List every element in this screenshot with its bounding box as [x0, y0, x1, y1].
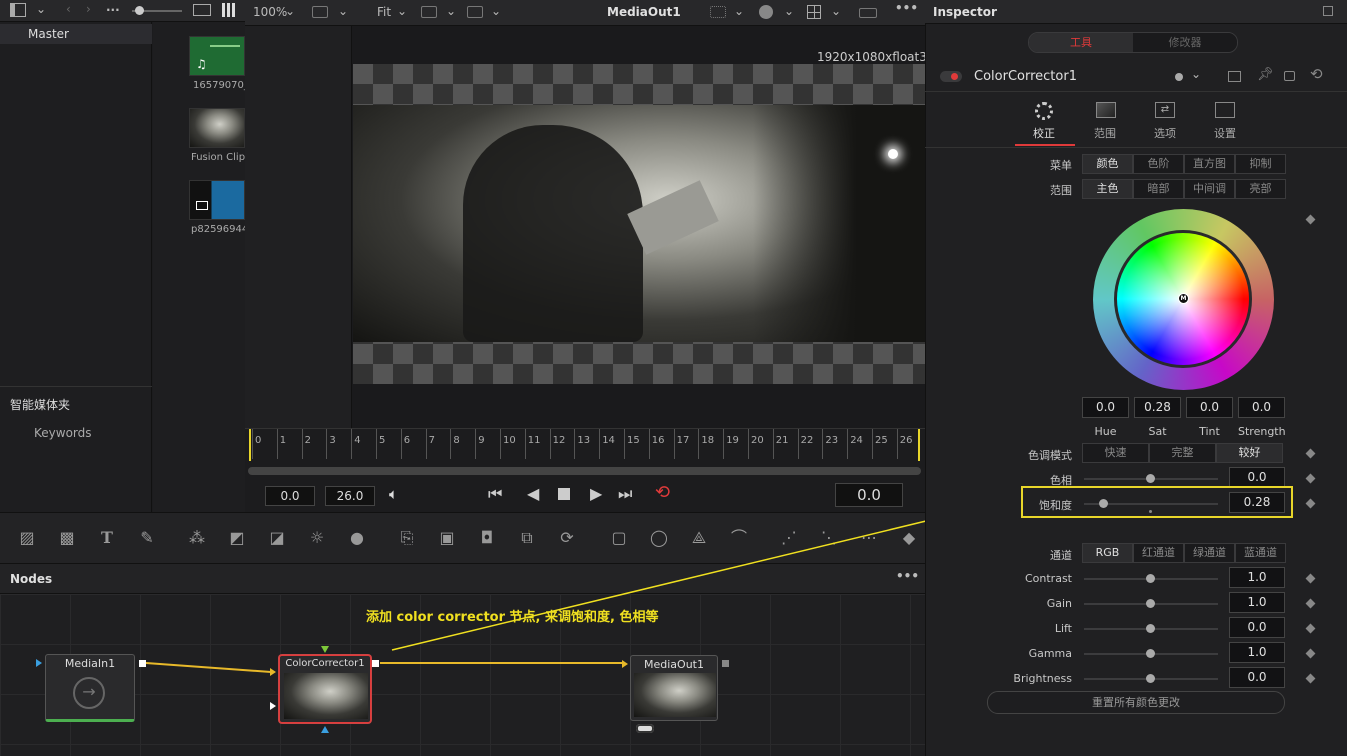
param-label-brightness: Brightness — [1013, 672, 1072, 685]
pin-icon[interactable]: 📌︎ — [1257, 67, 1274, 82]
subtab-options[interactable]: ⇄ 选项 — [1135, 98, 1195, 146]
color-dot-icon[interactable] — [1175, 73, 1183, 81]
chevron-down-icon[interactable]: ⌄ — [1191, 67, 1201, 81]
hue-value[interactable]: 0.0 — [1229, 467, 1285, 488]
wheel-value-tint[interactable]: 0.0 — [1186, 397, 1233, 418]
range-segment: 主色 暗部 中间调 亮部 — [1082, 179, 1286, 199]
param-label-lift: Lift — [1054, 622, 1072, 635]
menu-label: 菜单 — [1050, 159, 1072, 172]
tone-mode-option[interactable]: 较好 — [1216, 443, 1283, 463]
param-slider-knob[interactable] — [1146, 574, 1155, 583]
param-slider-knob[interactable] — [1146, 674, 1155, 683]
wheel-label-strength: Strength — [1238, 425, 1286, 438]
param-slider-knob[interactable] — [1146, 624, 1155, 633]
node-header-row: ColorCorrector1 ⌄ 📌︎ ⟲ — [925, 62, 1347, 92]
settings-icon — [1215, 102, 1235, 118]
reset-icon[interactable]: ⟲ — [1310, 65, 1323, 83]
param-slider-knob[interactable] — [1146, 599, 1155, 608]
subtab-label: 设置 — [1214, 127, 1236, 140]
channel-option[interactable]: 绿通道 — [1184, 543, 1235, 563]
saturation-label: 饱和度 — [1039, 499, 1072, 512]
range-label: 范围 — [1050, 184, 1072, 197]
wheel-value-strength[interactable]: 0.0 — [1238, 397, 1285, 418]
param-label-gain: Gain — [1046, 597, 1072, 610]
node-name: ColorCorrector1 — [974, 69, 1077, 84]
channel-label: 通道 — [1050, 549, 1072, 562]
subtab-ranges[interactable]: 范围 — [1075, 98, 1135, 146]
range-option[interactable]: 中间调 — [1184, 179, 1235, 199]
wheel-value-sat[interactable]: 0.28 — [1134, 397, 1181, 418]
hue-slider-knob[interactable] — [1146, 474, 1155, 483]
param-label-gamma: Gamma — [1028, 647, 1072, 660]
tone-mode-option[interactable]: 完整 — [1149, 443, 1216, 463]
annotation-arrow — [391, 499, 1014, 651]
param-value-brightness[interactable]: 0.0 — [1229, 667, 1285, 688]
param-value-gamma[interactable]: 1.0 — [1229, 642, 1285, 663]
correction-icon — [1035, 102, 1053, 120]
subtab-correction[interactable]: 校正 — [1015, 98, 1075, 146]
channel-segment: RGB 红通道 绿通道 蓝通道 — [1082, 543, 1286, 563]
tone-mode-option[interactable]: 快速 — [1082, 443, 1149, 463]
subtab-settings[interactable]: 设置 — [1195, 98, 1255, 146]
inspector-title: Inspector — [933, 5, 997, 19]
inspector-tabs: 工具 修改器 — [1028, 32, 1238, 53]
ranges-icon — [1096, 102, 1116, 118]
reset-all-button[interactable]: 重置所有颜色更改 — [987, 691, 1285, 714]
node-enabled-dot — [951, 73, 958, 80]
tab-modifiers[interactable]: 修改器 — [1133, 33, 1237, 52]
menu-option[interactable]: 直方图 — [1184, 154, 1235, 174]
menu-option[interactable]: 抑制 — [1235, 154, 1286, 174]
channel-option[interactable]: RGB — [1082, 543, 1133, 563]
wheel-label-hue: Hue — [1094, 425, 1117, 438]
tone-mode-label: 色调模式 — [1028, 449, 1072, 462]
wheel-label-sat: Sat — [1148, 425, 1167, 438]
param-slider-knob[interactable] — [1146, 649, 1155, 658]
param-value-gain[interactable]: 1.0 — [1229, 592, 1285, 613]
range-option[interactable]: 暗部 — [1133, 179, 1184, 199]
subtab-label: 校正 — [1033, 127, 1055, 140]
wheel-label-tint: Tint — [1199, 425, 1220, 438]
menu-segment: 颜色 色阶 直方图 抑制 — [1082, 154, 1286, 174]
channel-option[interactable]: 红通道 — [1133, 543, 1184, 563]
tone-mode-segment: 快速 完整 较好 — [1082, 443, 1283, 463]
saturation-slider-knob[interactable] — [1098, 499, 1108, 508]
tab-tools[interactable]: 工具 — [1029, 33, 1133, 52]
lock-icon[interactable] — [1284, 71, 1295, 81]
default-marker — [1149, 510, 1152, 513]
param-label-contrast: Contrast — [1024, 572, 1072, 585]
options-icon: ⇄ — [1155, 102, 1175, 118]
color-wheel-marker[interactable]: M — [1178, 293, 1189, 304]
inspector-header: Inspector — [925, 0, 1347, 24]
range-option[interactable]: 主色 — [1082, 179, 1133, 199]
subtab-label: 选项 — [1154, 127, 1176, 140]
node-toggle[interactable] — [940, 71, 962, 82]
param-value-lift[interactable]: 0.0 — [1229, 617, 1285, 638]
saturation-value[interactable]: 0.28 — [1229, 492, 1285, 513]
menu-option[interactable]: 颜色 — [1082, 154, 1133, 174]
link-mediain-colorcorrector — [145, 662, 272, 673]
range-option[interactable]: 亮部 — [1235, 179, 1286, 199]
subtabs: 校正 范围 ⇄ 选项 设置 — [925, 93, 1347, 148]
wheel-value-hue[interactable]: 0.0 — [1082, 397, 1129, 418]
param-value-contrast[interactable]: 1.0 — [1229, 567, 1285, 588]
channel-option[interactable]: 蓝通道 — [1235, 543, 1286, 563]
subtab-label: 范围 — [1094, 127, 1116, 140]
maximize-icon[interactable] — [1323, 6, 1333, 16]
versions-icon[interactable] — [1228, 71, 1241, 82]
menu-option[interactable]: 色阶 — [1133, 154, 1184, 174]
